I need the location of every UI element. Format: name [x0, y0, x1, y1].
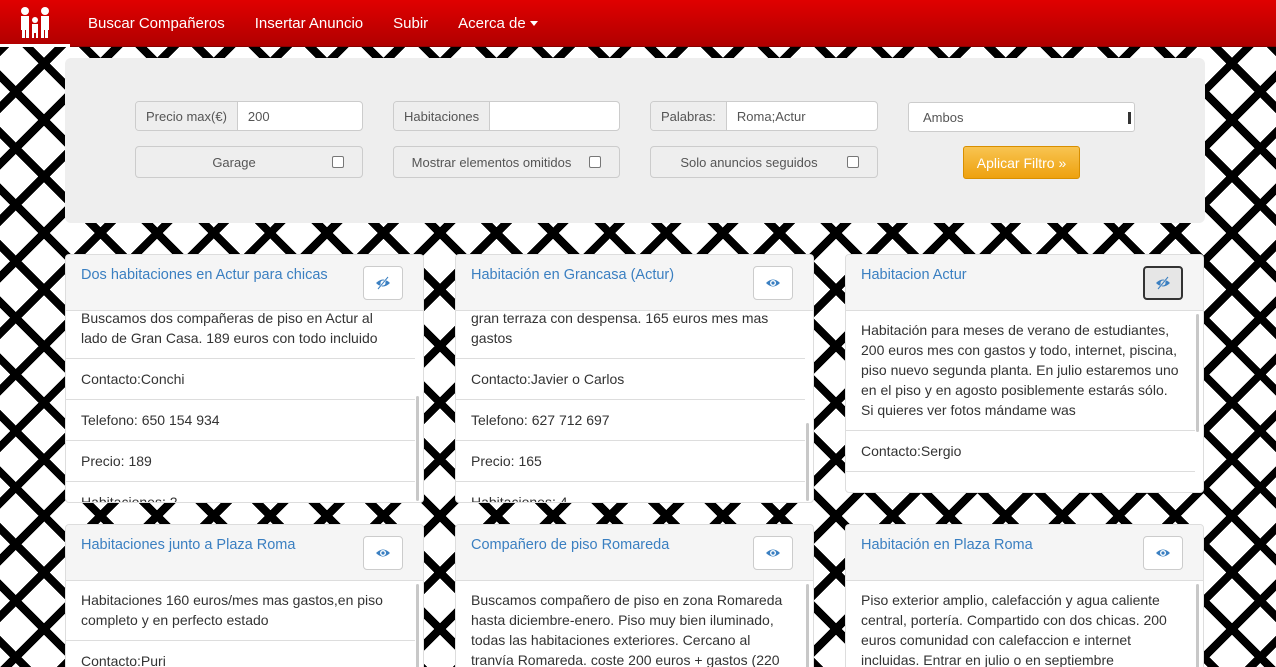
scrollbar[interactable]	[806, 423, 809, 501]
card-contact: Contacto:Puri	[66, 641, 415, 667]
card-price: Precio: 189	[66, 441, 415, 482]
card-description: Habitaciones 160 euros/mes mas gastos,en…	[66, 581, 415, 641]
eye-slash-icon	[1156, 276, 1170, 290]
card-price: Precio: 165	[456, 441, 805, 482]
card-description: Buscamos compañero de piso en zona Romar…	[471, 592, 783, 667]
eye-icon	[1156, 549, 1170, 557]
filter-panel: Precio max(€) 200 Habitaciones Palabras:…	[65, 58, 1205, 223]
gender-select[interactable]: Ambos	[908, 102, 1135, 132]
followed-checkbox[interactable]	[847, 156, 859, 168]
nav-buscar-companeros[interactable]: Buscar Compañeros	[88, 15, 225, 32]
card-header: Habitación en Plaza Roma	[846, 525, 1203, 581]
eye-icon	[766, 549, 780, 557]
card-phone: Telefono: 650 154 934	[66, 400, 415, 441]
select-arrow-icon	[1128, 112, 1131, 124]
price-input[interactable]: 200	[238, 102, 362, 130]
hide-toggle-button[interactable]	[363, 536, 403, 570]
price-filter-group: Precio max(€) 200	[135, 101, 363, 131]
card-header: Habitacion Actur	[846, 255, 1203, 311]
card-body[interactable]: Habitación para meses de verano de estud…	[846, 311, 1203, 492]
eye-icon	[376, 549, 390, 557]
garage-checkbox[interactable]	[332, 156, 344, 168]
card-title[interactable]: Habitación en Plaza Roma	[861, 537, 1033, 553]
card-title[interactable]: Dos habitaciones en Actur para chicas	[81, 267, 328, 283]
card-body[interactable]: Buscamos dos compañeras de piso en Actur…	[66, 311, 423, 502]
card-body[interactable]: Buscamos compañero de piso en zona Romar…	[456, 581, 813, 667]
card-body[interactable]: gran terraza con despensa. 165 euros mes…	[456, 311, 813, 502]
listing-card: Habitaciones junto a Plaza Roma Habitaci…	[65, 524, 424, 667]
scrollbar[interactable]	[1196, 314, 1199, 432]
card-description-text: gastos	[471, 330, 513, 346]
scrollbar[interactable]	[416, 584, 419, 667]
eye-icon	[766, 279, 780, 287]
top-navbar: Buscar Compañeros Insertar Anuncio Subir…	[0, 0, 1276, 47]
card-header: Dos habitaciones en Actur para chicas	[66, 255, 423, 311]
card-rooms: Habitaciones: 2	[66, 482, 415, 502]
card-contact: Contacto:Conchi	[66, 359, 415, 400]
card-description: Habitación para meses de verano de estud…	[846, 311, 1195, 431]
card-header: Compañero de piso Romareda	[456, 525, 813, 581]
rooms-label: Habitaciones	[394, 102, 491, 130]
scrollbar[interactable]	[806, 584, 809, 667]
caret-down-icon	[529, 21, 538, 27]
hide-toggle-button[interactable]	[1143, 266, 1183, 300]
card-description-top: gran terraza con despensa. 165 euros mes…	[471, 311, 769, 326]
apply-filter-button[interactable]: Aplicar Filtro »	[963, 146, 1080, 179]
words-filter-group: Palabras: Roma;Actur	[650, 101, 878, 131]
followed-label: Solo anuncios seguidos	[680, 154, 818, 170]
words-label: Palabras:	[651, 102, 727, 130]
hide-toggle-button[interactable]	[363, 266, 403, 300]
card-description: Buscamos dos compañeras de piso en Actur…	[66, 311, 415, 359]
scrollbar[interactable]	[416, 396, 419, 501]
card-description-text: lado de Gran Casa. 189 euros con todo in…	[81, 330, 378, 346]
nav-subir[interactable]: Subir	[393, 15, 428, 32]
show-hidden-checkbox[interactable]	[589, 156, 601, 168]
card-rooms: Habitaciones: 4	[456, 482, 805, 502]
listing-card: Habitación en Plaza Roma Piso exterior a…	[845, 524, 1204, 667]
words-input[interactable]: Roma;Actur	[727, 102, 877, 130]
hide-toggle-button[interactable]	[1143, 536, 1183, 570]
gender-select-value: Ambos	[923, 109, 964, 125]
card-title[interactable]: Habitaciones junto a Plaza Roma	[81, 537, 295, 553]
nav-acerca-de[interactable]: Acerca de	[458, 15, 538, 32]
hide-toggle-button[interactable]	[753, 536, 793, 570]
card-description-top: Buscamos dos compañeras de piso en Actur…	[81, 311, 373, 326]
card-title[interactable]: Habitacion Actur	[861, 267, 967, 283]
rooms-input[interactable]	[490, 102, 619, 130]
hide-toggle-button[interactable]	[753, 266, 793, 300]
nav-insertar-anuncio[interactable]: Insertar Anuncio	[255, 15, 363, 32]
card-phone: Telefono: 627 712 697	[456, 400, 805, 441]
card-description: gran terraza con despensa. 165 euros mes…	[456, 311, 805, 359]
card-title[interactable]: Habitación en Grancasa (Actur)	[471, 267, 674, 283]
card-header: Habitación en Grancasa (Actur)	[456, 255, 813, 311]
people-logo-icon	[21, 6, 49, 38]
rooms-filter-group: Habitaciones	[393, 101, 620, 131]
garage-filter: Garage	[135, 146, 363, 178]
listing-card: Habitación en Grancasa (Actur) gran terr…	[455, 254, 814, 503]
garage-label: Garage	[212, 154, 256, 170]
card-contact: Contacto:Javier o Carlos	[456, 359, 805, 400]
logo[interactable]	[0, 0, 70, 47]
card-title[interactable]: Compañero de piso Romareda	[471, 537, 669, 553]
show-hidden-label: Mostrar elementos omitidos	[411, 154, 572, 170]
card-header: Habitaciones junto a Plaza Roma	[66, 525, 423, 581]
scrollbar[interactable]	[1196, 584, 1199, 667]
card-body[interactable]: Habitaciones 160 euros/mes mas gastos,en…	[66, 581, 423, 667]
card-contact: Contacto:Sergio	[846, 431, 1195, 472]
followed-filter: Solo anuncios seguidos	[650, 146, 878, 178]
nav-acerca-de-label: Acerca de	[458, 14, 526, 32]
listing-card: Habitacion Actur Habitación para meses d…	[845, 254, 1204, 493]
show-hidden-filter: Mostrar elementos omitidos	[393, 146, 620, 178]
card-description: Piso exterior amplio, calefacción y agua…	[861, 592, 1167, 667]
listing-card: Dos habitaciones en Actur para chicas Bu…	[65, 254, 424, 503]
listing-card: Compañero de piso Romareda Buscamos comp…	[455, 524, 814, 667]
eye-slash-icon	[376, 276, 390, 290]
card-body[interactable]: Piso exterior amplio, calefacción y agua…	[846, 581, 1203, 667]
price-label: Precio max(€)	[136, 102, 238, 130]
